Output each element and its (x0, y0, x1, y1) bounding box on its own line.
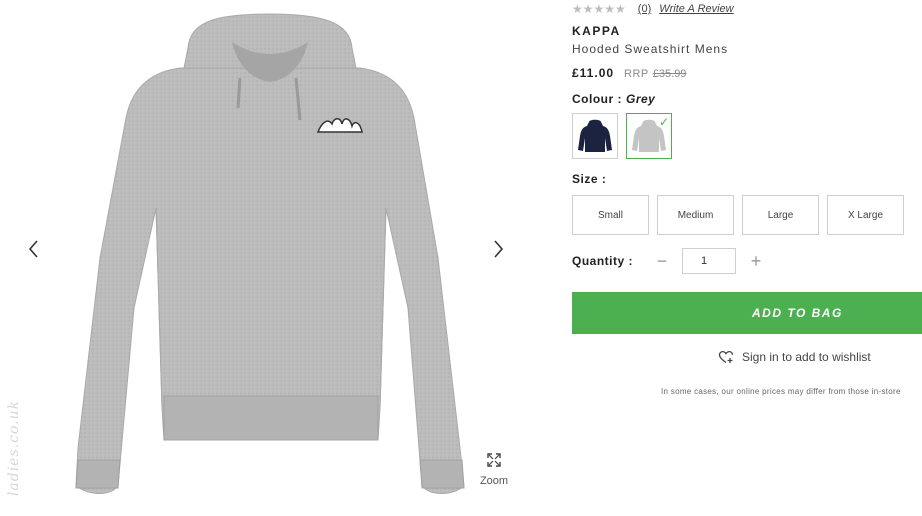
heart-plus-icon (718, 350, 734, 364)
decrease-quantity-minus-icon[interactable]: − (650, 249, 674, 273)
size-x-large-button[interactable]: X Large (827, 195, 904, 235)
product-title: Hooded Sweatshirt Mens (572, 42, 729, 56)
rating-stars-icon: ★★★★★ (572, 2, 626, 16)
size-large-button[interactable]: Large (742, 195, 819, 235)
add-to-bag-button[interactable]: ADD TO BAG (572, 292, 922, 334)
wishlist-link[interactable]: Sign in to add to wishlist (718, 350, 871, 364)
zoom-label: Zoom (479, 475, 509, 487)
price-disclaimer: In some cases, our online prices may dif… (661, 387, 901, 396)
rrp-price: £35.99 (652, 68, 687, 80)
checkmark-icon: ✓ (658, 115, 669, 129)
quantity-row: Quantity : − + (572, 248, 768, 274)
price-row: £11.00 RRP £35.99 (572, 66, 686, 80)
current-price: £11.00 (572, 66, 615, 80)
quantity-label: Quantity : (572, 254, 633, 268)
rating-row: ★★★★★ (0) Write A Review (572, 2, 734, 16)
write-review-link[interactable]: Write A Review (659, 3, 733, 15)
zoom-button[interactable]: Zoom (472, 452, 516, 487)
product-gallery: Zoom ladies.co.uk (0, 0, 540, 516)
expand-icon (487, 453, 501, 467)
size-medium-button[interactable]: Medium (657, 195, 734, 235)
previous-image-arrow-icon[interactable] (24, 236, 44, 262)
selected-colour: Grey (626, 92, 656, 106)
brand-name: KAPPA (572, 24, 621, 38)
review-count-link[interactable]: (0) (638, 3, 651, 15)
size-options: Small Medium Large X Large (572, 195, 904, 235)
colour-swatch-navy[interactable] (572, 113, 618, 159)
product-image[interactable] (60, 8, 480, 508)
product-details: ★★★★★ (0) Write A Review KAPPA Hooded Sw… (572, 0, 922, 516)
next-image-arrow-icon[interactable] (488, 236, 508, 262)
increase-quantity-plus-icon[interactable]: + (744, 249, 768, 273)
wishlist-label: Sign in to add to wishlist (742, 350, 871, 364)
size-small-button[interactable]: Small (572, 195, 649, 235)
quantity-input[interactable] (682, 248, 736, 274)
watermark: ladies.co.uk (6, 399, 23, 497)
colour-label: Colour : Grey (572, 92, 656, 106)
rrp-label: RRP (624, 68, 649, 80)
colour-swatch-grey[interactable]: ✓ (626, 113, 672, 159)
size-label: Size : (572, 172, 607, 186)
colour-swatches: ✓ (572, 113, 672, 159)
